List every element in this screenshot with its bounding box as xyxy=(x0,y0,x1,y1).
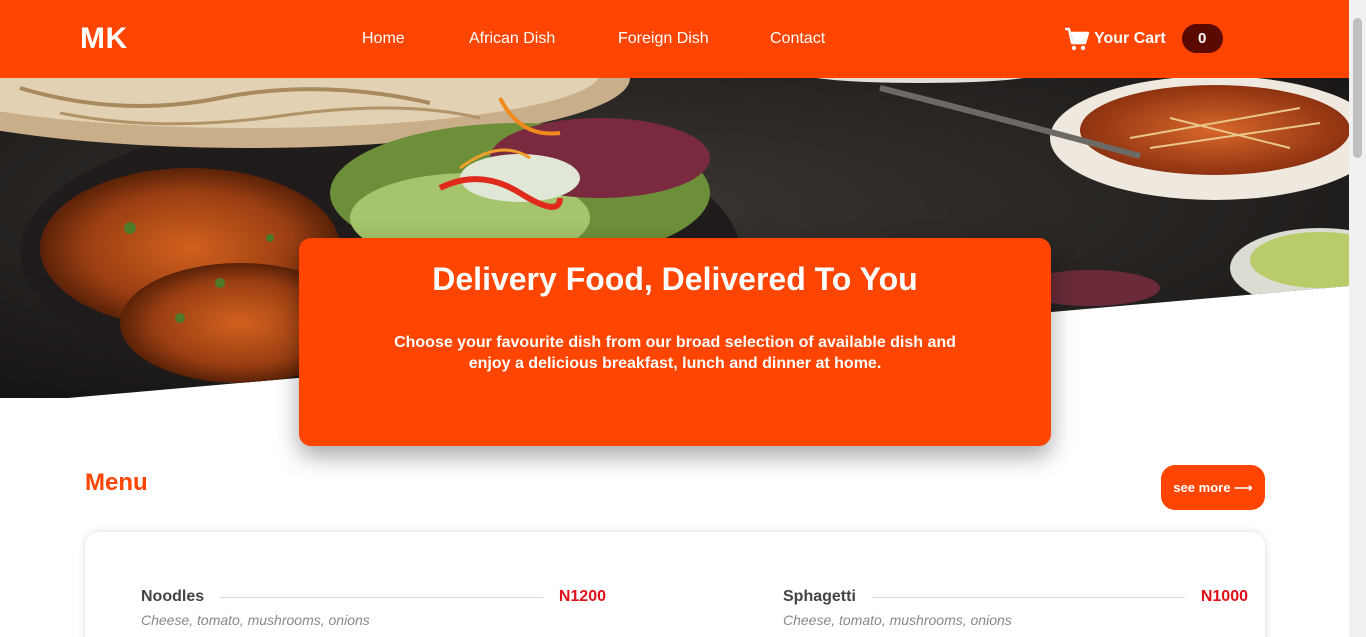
menu-card: Noodles N1200 Cheese, tomato, mushrooms,… xyxy=(85,532,1265,637)
navbar: MK Home African Dish Foreign Dish Contac… xyxy=(0,0,1349,78)
hero-title: Delivery Food, Delivered To You xyxy=(432,261,918,297)
menu-item-description: Cheese, tomato, mushrooms, onions xyxy=(783,612,1012,628)
nav-foreign-dish[interactable]: Foreign Dish xyxy=(618,30,709,48)
shopping-cart-icon xyxy=(1065,27,1090,50)
hero-subtitle: Choose your favourite dish from our broa… xyxy=(394,334,956,372)
nav-home[interactable]: Home xyxy=(362,30,405,48)
see-more-button[interactable]: see more ⟶ xyxy=(1161,465,1265,510)
menu-item-name: Noodles xyxy=(141,588,205,605)
logo[interactable]: MK xyxy=(80,22,128,56)
menu-title: Menu xyxy=(85,469,148,496)
menu-item-price: N1200 xyxy=(558,588,606,605)
cart-count-badge: 0 xyxy=(1181,24,1223,53)
cart-label: Your Cart xyxy=(1094,29,1166,47)
menu-item-name: Sphagetti xyxy=(783,588,856,605)
page-scrollbar[interactable] xyxy=(1349,0,1366,637)
scrollbar-thumb[interactable] xyxy=(1353,18,1362,158)
nav-contact[interactable]: Contact xyxy=(770,30,825,48)
hero-card: Delivery Food, Delivered To You Choose y… xyxy=(299,238,1051,446)
dotted-divider xyxy=(220,596,543,598)
nav-african-dish[interactable]: African Dish xyxy=(469,30,555,48)
dotted-divider xyxy=(871,596,1185,598)
menu-item-description: Cheese, tomato, mushrooms, onions xyxy=(141,612,370,628)
cart-button[interactable]: Your Cart 0 xyxy=(1064,24,1223,53)
menu-item[interactable]: Sphagetti N1000 Cheese, tomato, mushroom… xyxy=(783,588,1248,628)
menu-item[interactable]: Noodles N1200 Cheese, tomato, mushrooms,… xyxy=(141,588,606,628)
menu-item-price: N1000 xyxy=(1200,588,1248,605)
